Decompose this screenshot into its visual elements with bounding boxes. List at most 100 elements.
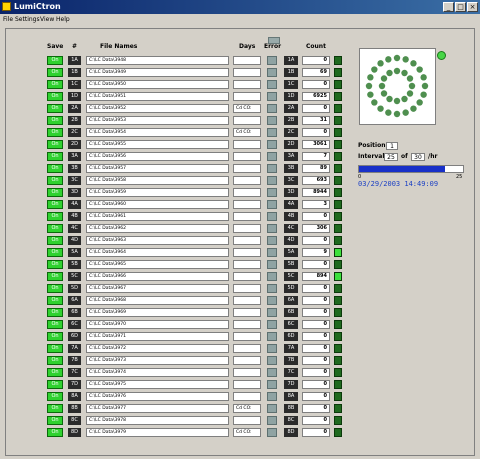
days-field[interactable] [233,200,261,209]
save-toggle-button[interactable]: On [47,212,63,221]
save-toggle-button[interactable]: On [47,116,63,125]
days-field[interactable] [233,272,261,281]
file-name-field[interactable]: C:\LC Data\3950 [86,80,229,89]
days-field[interactable] [233,68,261,77]
save-toggle-button[interactable]: On [47,392,63,401]
file-name-field[interactable]: C:\LC Data\3963 [86,236,229,245]
file-name-field[interactable]: C:\LC Data\3962 [86,224,229,233]
save-toggle-button[interactable]: On [47,332,63,341]
menu-file[interactable]: File [3,15,13,25]
days-field[interactable] [233,188,261,197]
file-name-field[interactable]: C:\LC Data\3967 [86,284,229,293]
save-toggle-button[interactable]: On [47,296,63,305]
days-field[interactable]: Cd CO: [233,404,261,413]
maximize-button[interactable]: □ [455,2,466,12]
save-toggle-button[interactable]: On [47,56,63,65]
days-field[interactable] [233,296,261,305]
file-name-field[interactable]: C:\LC Data\3959 [86,188,229,197]
save-toggle-button[interactable]: On [47,128,63,137]
menu-settings[interactable]: Settings [15,15,40,25]
file-name-field[interactable]: C:\LC Data\3971 [86,332,229,341]
save-toggle-button[interactable]: On [47,68,63,77]
save-toggle-button[interactable]: On [47,416,63,425]
file-name-field[interactable]: C:\LC Data\3978 [86,416,229,425]
save-toggle-button[interactable]: On [47,236,63,245]
days-field[interactable] [233,212,261,221]
days-field[interactable] [233,236,261,245]
days-field[interactable] [233,416,261,425]
menu-help[interactable]: Help [56,15,70,25]
file-name-field[interactable]: C:\LC Data\3957 [86,164,229,173]
save-toggle-button[interactable]: On [47,368,63,377]
days-field[interactable] [233,224,261,233]
file-name-field[interactable]: C:\LC Data\3953 [86,116,229,125]
days-field[interactable] [233,308,261,317]
save-toggle-button[interactable]: On [47,272,63,281]
file-name-field[interactable]: C:\LC Data\3948 [86,56,229,65]
file-name-field[interactable]: C:\LC Data\3958 [86,176,229,185]
days-field[interactable] [233,92,261,101]
days-field[interactable] [233,380,261,389]
file-name-field[interactable]: C:\LC Data\3976 [86,392,229,401]
days-field[interactable] [233,344,261,353]
save-toggle-button[interactable]: On [47,152,63,161]
days-field[interactable] [233,164,261,173]
interval-total[interactable]: 30 [411,153,425,161]
days-field[interactable]: Cd CO: [233,128,261,137]
days-field[interactable] [233,260,261,269]
save-toggle-button[interactable]: On [47,164,63,173]
save-toggle-button[interactable]: On [47,260,63,269]
file-name-field[interactable]: C:\LC Data\3956 [86,152,229,161]
days-field[interactable] [233,152,261,161]
file-name-field[interactable]: C:\LC Data\3951 [86,92,229,101]
file-name-field[interactable]: C:\LC Data\3966 [86,272,229,281]
days-field[interactable] [233,392,261,401]
save-toggle-button[interactable]: On [47,140,63,149]
file-name-field[interactable]: C:\LC Data\3973 [86,356,229,365]
save-toggle-button[interactable]: On [47,200,63,209]
days-field[interactable] [233,284,261,293]
days-field[interactable] [233,248,261,257]
minimize-button[interactable]: _ [443,2,454,12]
days-field[interactable] [233,332,261,341]
file-name-field[interactable]: C:\LC Data\3970 [86,320,229,329]
save-toggle-button[interactable]: On [47,176,63,185]
days-field[interactable] [233,116,261,125]
days-field[interactable] [233,176,261,185]
save-toggle-button[interactable]: On [47,188,63,197]
save-toggle-button[interactable]: On [47,380,63,389]
days-field[interactable] [233,320,261,329]
close-button[interactable]: × [467,2,478,12]
interval-value[interactable]: 25 [384,153,398,161]
save-toggle-button[interactable]: On [47,104,63,113]
save-toggle-button[interactable]: On [47,344,63,353]
file-name-field[interactable]: C:\LC Data\3955 [86,140,229,149]
days-field[interactable] [233,368,261,377]
file-name-field[interactable]: C:\LC Data\3969 [86,308,229,317]
save-toggle-button[interactable]: On [47,308,63,317]
days-field[interactable] [233,56,261,65]
file-name-field[interactable]: C:\LC Data\3974 [86,368,229,377]
days-field[interactable] [233,80,261,89]
file-name-field[interactable]: C:\LC Data\3972 [86,344,229,353]
position-value[interactable]: 1 [386,142,398,150]
save-toggle-button[interactable]: On [47,356,63,365]
save-toggle-button[interactable]: On [47,404,63,413]
save-toggle-button[interactable]: On [47,224,63,233]
file-name-field[interactable]: C:\LC Data\3977 [86,404,229,413]
save-toggle-button[interactable]: On [47,248,63,257]
save-toggle-button[interactable]: On [47,320,63,329]
save-toggle-button[interactable]: On [47,80,63,89]
file-name-field[interactable]: C:\LC Data\3979 [86,428,229,437]
file-name-field[interactable]: C:\LC Data\3968 [86,296,229,305]
file-name-field[interactable]: C:\LC Data\3965 [86,260,229,269]
file-name-field[interactable]: C:\LC Data\3960 [86,200,229,209]
menu-view[interactable]: View [40,15,54,25]
file-name-field[interactable]: C:\LC Data\3952 [86,104,229,113]
file-name-field[interactable]: C:\LC Data\3954 [86,128,229,137]
save-toggle-button[interactable]: On [47,92,63,101]
days-field[interactable] [233,140,261,149]
file-name-field[interactable]: C:\LC Data\3964 [86,248,229,257]
days-field[interactable] [233,356,261,365]
file-name-field[interactable]: C:\LC Data\3961 [86,212,229,221]
